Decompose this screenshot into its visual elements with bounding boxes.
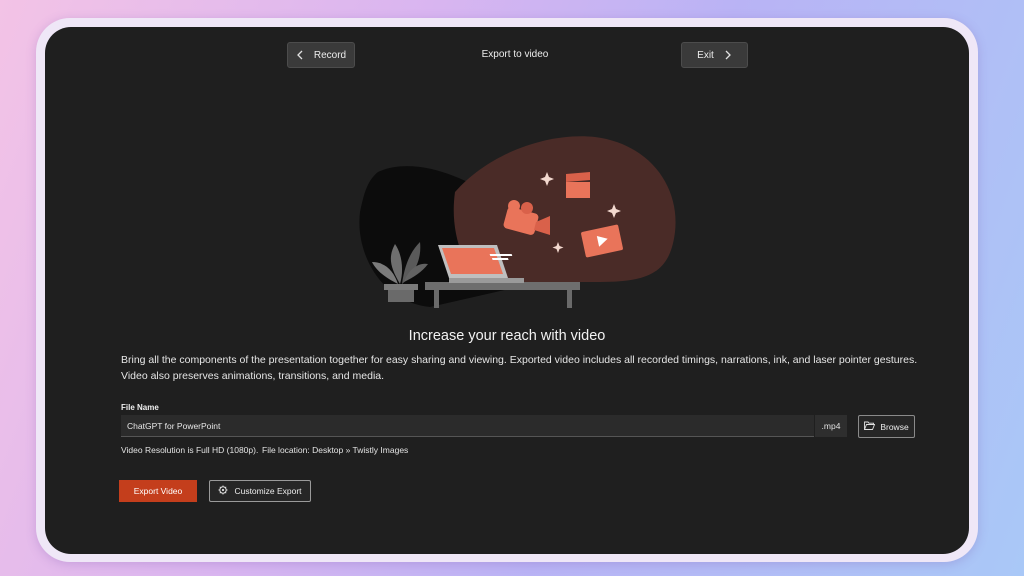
gear-icon	[218, 485, 228, 497]
resolution-info: Video Resolution is Full HD (1080p).	[121, 445, 259, 455]
exit-button[interactable]: Exit	[681, 42, 748, 68]
back-record-button[interactable]: Record	[287, 42, 355, 68]
clapperboard-icon	[566, 172, 590, 198]
chevron-left-icon	[296, 50, 304, 60]
page-title: Export to video	[481, 49, 549, 60]
browse-label: Browse	[880, 421, 909, 432]
headline: Increase your reach with video	[408, 328, 606, 344]
customize-export-label: Customize Export	[234, 486, 302, 496]
description-text: Bring all the components of the presenta…	[121, 354, 918, 382]
back-button-label: Record	[313, 49, 347, 61]
file-extension: .mp4	[815, 415, 847, 437]
file-location-info: File location: Desktop » Twistly Images	[262, 445, 409, 455]
file-name-input[interactable]	[121, 415, 814, 437]
video-export-illustration	[359, 136, 676, 308]
browse-button[interactable]: Browse	[858, 415, 915, 438]
export-video-button[interactable]: Export Video	[119, 480, 197, 502]
customize-export-button[interactable]: Customize Export	[209, 480, 311, 502]
folder-open-icon	[864, 421, 876, 432]
file-name-label: File Name	[121, 403, 159, 412]
exit-button-label: Exit	[697, 49, 714, 61]
export-window: Record Export to video Exit Increase you…	[45, 27, 969, 554]
chevron-right-icon	[724, 50, 732, 60]
